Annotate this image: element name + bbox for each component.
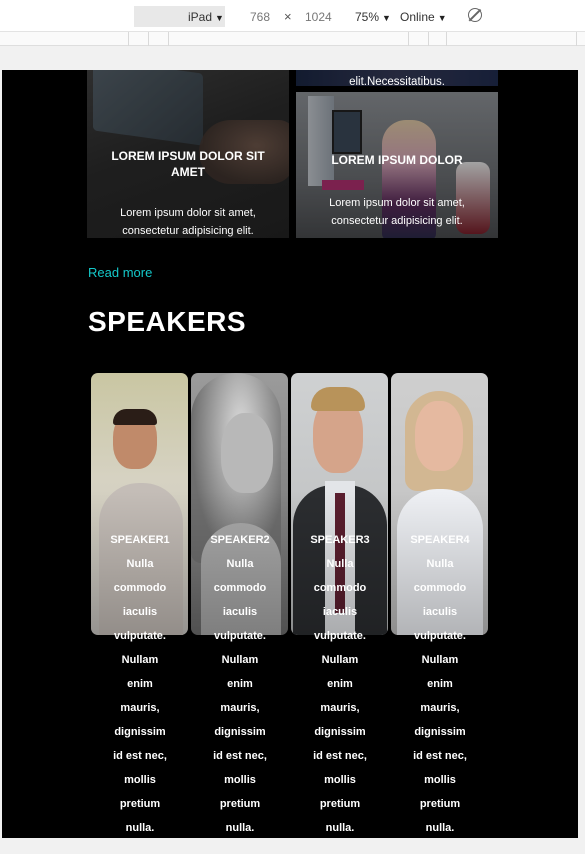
rotate-icon[interactable] [468,8,482,22]
network-label: Online [400,10,435,24]
device-select[interactable]: iPad ▼ [134,6,225,27]
height-field[interactable]: 1024 [305,10,332,24]
card-title: LOREM IPSUM DOLOR SIT AMET [111,149,265,179]
times-symbol: × [284,9,292,24]
caret-down-icon: ▼ [215,13,224,23]
card-body: Lorem ipsum dolor sit amet, consectetur … [120,207,256,237]
device-viewport: LOREM IPSUM DOLOR SIT AMET Lorem ipsum d… [2,70,578,838]
speaker-name: SPEAKER4 [410,534,470,546]
speaker-name: SPEAKER3 [310,534,370,546]
speaker-description: Nulla commodo iaculis vulputate. Nullam … [413,558,467,834]
article-card[interactable]: LOREM IPSUM DOLOR Lorem ipsum dolor sit … [296,92,498,238]
network-select[interactable]: Online ▼ [400,10,447,24]
speaker-name: SPEAKER2 [210,534,270,546]
speaker-info: SPEAKER3 Nulla commodo iaculis vulputate… [290,528,390,838]
speaker-info: SPEAKER4 Nulla commodo iaculis vulputate… [390,528,490,838]
card-body: Lorem ipsum dolor sit amet, consectetur … [329,197,465,227]
device-toolbar: iPad ▼ 768 × 1024 75% ▼ Online ▼ [0,0,585,32]
speaker-description: Nulla commodo iaculis vulputate. Nullam … [313,558,367,834]
speaker-description: Nulla commodo iaculis vulputate. Nullam … [113,558,167,834]
zoom-select[interactable]: 75% ▼ [355,10,391,24]
media-query-ruler [0,32,585,46]
width-field[interactable]: 768 [250,10,270,24]
card-body-fragment: elit.Necessitatibus. [349,76,445,88]
article-card[interactable]: LOREM IPSUM DOLOR SIT AMET Lorem ipsum d… [87,70,289,238]
horizontal-scrollbar[interactable] [0,838,585,854]
caret-down-icon: ▼ [437,13,447,23]
read-more-link[interactable]: Read more [88,265,152,280]
speaker-info: SPEAKER2 Nulla commodo iaculis vulputate… [190,528,290,838]
section-title: SPEAKERS [88,306,247,337]
speaker-info: SPEAKER1 Nulla commodo iaculis vulputate… [90,528,190,838]
speaker-description: Nulla commodo iaculis vulputate. Nullam … [213,558,267,834]
card-title: LOREM IPSUM DOLOR [331,153,463,167]
caret-down-icon: ▼ [382,13,391,23]
speaker-name: SPEAKER1 [110,534,170,546]
device-label: iPad [188,10,213,24]
zoom-label: 75% [355,10,380,24]
